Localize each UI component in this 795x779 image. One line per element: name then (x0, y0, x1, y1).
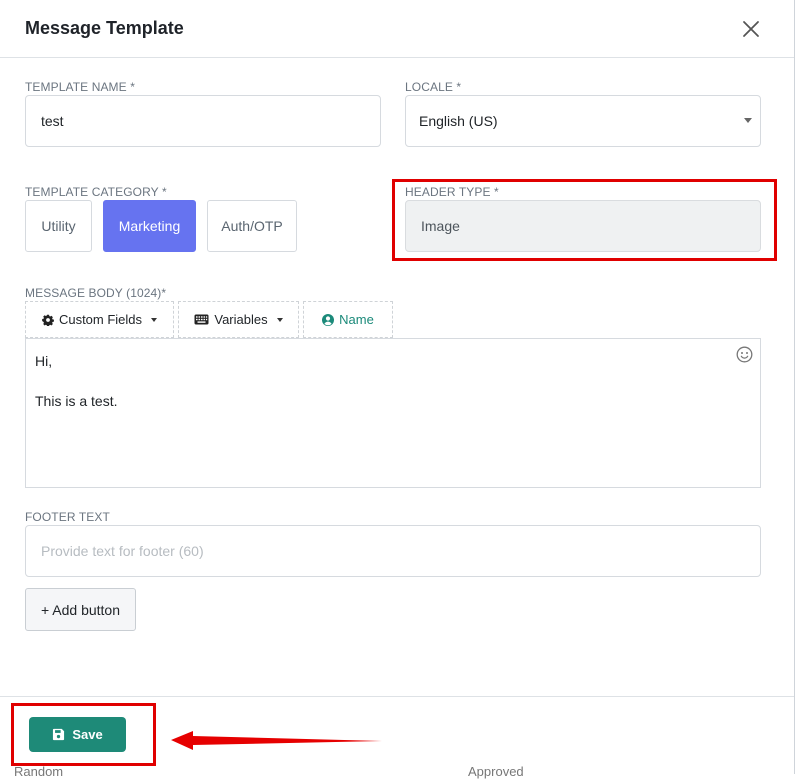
category-utility-button[interactable]: Utility (25, 200, 92, 252)
message-body-line (35, 371, 751, 391)
caret-down-icon (276, 317, 283, 322)
add-button-button[interactable]: + Add button (25, 588, 136, 631)
message-body-label: MESSAGE BODY (1024)* (25, 286, 167, 300)
locale-label: LOCALE * (405, 80, 462, 94)
chevron-down-icon (744, 118, 752, 123)
locale-select[interactable]: English (US) (405, 95, 761, 147)
message-body-line: Hi, (35, 353, 53, 369)
save-annotation-box (11, 703, 156, 766)
template-name-label: TEMPLATE NAME * (25, 80, 135, 94)
modal-header: Message Template (0, 0, 794, 58)
close-icon[interactable] (739, 17, 763, 41)
modal-title: Message Template (25, 18, 184, 38)
message-body-textarea[interactable]: Hi, This is a test. (25, 338, 761, 488)
message-template-modal: Message Template TEMPLATE NAME * test LO… (0, 0, 795, 779)
template-name-input[interactable]: test (25, 95, 381, 147)
footer-text-input[interactable]: Provide text for footer (60) (25, 525, 761, 577)
user-circle-icon (322, 313, 335, 326)
message-body-line: This is a test. (35, 393, 118, 409)
insert-name-button[interactable]: Name (303, 301, 393, 338)
keyboard-icon (194, 314, 209, 325)
header-type-annotation-box (392, 179, 777, 261)
caret-down-icon (151, 317, 158, 322)
gear-icon (42, 314, 54, 326)
footer-text-placeholder: Provide text for footer (60) (41, 543, 204, 559)
name-label: Name (339, 312, 374, 327)
variables-label: Variables (214, 312, 268, 327)
template-name-value: test (41, 113, 64, 129)
background-partial-text: Random (14, 764, 64, 779)
category-auth-otp-button[interactable]: Auth/OTP (207, 200, 297, 252)
category-marketing-button[interactable]: Marketing (103, 200, 196, 252)
variables-dropdown[interactable]: Variables (178, 301, 299, 338)
custom-fields-label: Custom Fields (58, 312, 143, 327)
custom-fields-dropdown[interactable]: Custom Fields (25, 301, 174, 338)
smiley-icon[interactable] (736, 346, 753, 363)
template-category-label: TEMPLATE CATEGORY * (25, 185, 167, 199)
background-partial-text: Approved (468, 764, 524, 779)
locale-value: English (US) (419, 113, 498, 129)
footer-text-label: FOOTER TEXT (25, 510, 110, 524)
annotation-arrow (171, 731, 383, 750)
